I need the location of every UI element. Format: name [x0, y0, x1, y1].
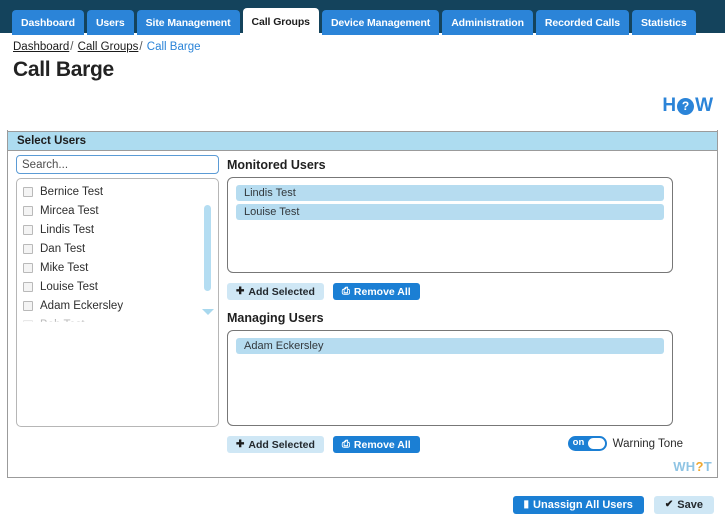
how-logo-right: W [695, 95, 713, 116]
checkbox-icon[interactable] [23, 224, 33, 235]
footer-action-bar: ▮ Unassign All Users ✔ Save [512, 496, 714, 514]
managing-button-row: ✚ Add Selected ⎙ Remove All [227, 436, 420, 453]
warning-tone-toggle[interactable]: on [567, 436, 607, 451]
brand-logo: WH?T [673, 459, 712, 474]
save-button[interactable]: ✔ Save [653, 496, 714, 514]
checkbox-icon[interactable] [23, 205, 33, 216]
managing-remove-all-label: Remove All [353, 438, 411, 451]
list-item-label: Adam Eckersley [40, 299, 124, 312]
monitored-remove-all-button[interactable]: ⎙ Remove All [332, 283, 420, 300]
tab-users[interactable]: Users [86, 10, 134, 35]
list-item[interactable]: Adam Eckersley [17, 296, 218, 315]
scrollbar-thumb[interactable] [204, 205, 211, 291]
managing-users-box: Adam Eckersley [227, 330, 673, 426]
list-item-label: Mircea Test [40, 204, 99, 217]
main-tab-bar: Dashboard Users Site Management Call Gro… [12, 8, 696, 35]
managing-add-selected-button[interactable]: ✚ Add Selected [227, 436, 324, 453]
checkbox-icon[interactable] [23, 300, 33, 311]
list-item[interactable]: Louise Test [236, 204, 664, 220]
list-item[interactable]: Bernice Test [17, 182, 218, 201]
list-item[interactable]: Adam Eckersley [236, 338, 664, 354]
list-item-label: Mike Test [40, 261, 89, 274]
managing-remove-all-button[interactable]: ⎙ Remove All [332, 436, 420, 453]
tab-administration[interactable]: Administration [442, 10, 533, 35]
list-item-label: Bernice Test [40, 185, 104, 198]
list-item-label: Bob Test [40, 319, 85, 323]
plus-icon: ✚ [236, 285, 245, 297]
unassign-all-users-label: Unassign All Users [533, 499, 633, 511]
user-select-list-viewport: Bernice Test Mircea Test Lindis Test Dan… [17, 182, 218, 323]
eraser-icon: ▮ [523, 499, 530, 510]
tab-site-management[interactable]: Site Management [136, 10, 240, 35]
user-select-list[interactable]: Bernice Test Mircea Test Lindis Test Dan… [16, 178, 219, 427]
check-icon: ✔ [664, 499, 674, 510]
top-navbar: Dashboard Users Site Management Call Gro… [0, 0, 725, 35]
warning-tone-label: Warning Tone [612, 437, 683, 450]
plus-icon: ✚ [236, 438, 245, 450]
list-item[interactable]: Dan Test [17, 239, 218, 258]
list-item[interactable]: Mircea Test [17, 201, 218, 220]
list-item-label: Louise Test [40, 280, 98, 293]
page-title: Call Barge [13, 58, 114, 81]
breadcrumb-link-dashboard[interactable]: Dashboard [13, 41, 69, 53]
search-input[interactable] [16, 155, 219, 174]
question-mark-icon[interactable]: ? [677, 97, 695, 115]
chip-label: Lindis Test [244, 187, 296, 199]
breadcrumb-separator-1: / [70, 41, 74, 53]
chevron-down-icon[interactable] [202, 309, 214, 315]
tab-recorded-calls[interactable]: Recorded Calls [535, 10, 629, 35]
breadcrumb-current: Call Barge [146, 41, 201, 53]
how-help-logo: H? W [662, 95, 713, 117]
checkbox-icon[interactable] [23, 319, 33, 322]
tab-statistics[interactable]: Statistics [631, 10, 696, 35]
panel-header-label: Select Users [17, 135, 87, 147]
checkbox-icon[interactable] [23, 262, 33, 273]
checkbox-icon[interactable] [23, 243, 33, 254]
tab-device-management[interactable]: Device Management [321, 10, 440, 35]
monitored-button-row: ✚ Add Selected ⎙ Remove All [227, 283, 420, 300]
list-item[interactable]: Louise Test [17, 277, 218, 296]
monitored-remove-all-label: Remove All [353, 285, 411, 298]
list-item-label: Dan Test [40, 242, 86, 255]
checkbox-icon[interactable] [23, 281, 33, 292]
monitored-users-box: Lindis Test Louise Test [227, 177, 673, 273]
toggle-knob [587, 438, 605, 449]
unassign-all-users-button[interactable]: ▮ Unassign All Users [512, 496, 644, 514]
breadcrumb-separator-2: / [139, 41, 143, 53]
list-item[interactable]: Lindis Test [236, 185, 664, 201]
chip-label: Adam Eckersley [244, 340, 324, 352]
warning-tone-control: on Warning Tone [567, 436, 683, 451]
checkbox-icon[interactable] [23, 186, 33, 197]
list-item-label: Lindis Test [40, 223, 95, 236]
tab-call-groups[interactable]: Call Groups [242, 8, 319, 35]
warning-tone-state-label: on [572, 437, 585, 448]
breadcrumb-link-call-groups[interactable]: Call Groups [78, 41, 139, 53]
brand-logo-right: T [703, 459, 712, 474]
trash-icon: ⎙ [341, 438, 350, 450]
list-item[interactable]: Mike Test [17, 258, 218, 277]
brand-logo-left: WH [673, 459, 696, 474]
monitored-add-selected-label: Add Selected [248, 285, 315, 298]
list-item[interactable]: Lindis Test [17, 220, 218, 239]
managing-users-title: Managing Users [227, 311, 324, 325]
managing-add-selected-label: Add Selected [248, 438, 315, 451]
monitored-add-selected-button[interactable]: ✚ Add Selected [227, 283, 324, 300]
trash-icon: ⎙ [341, 285, 350, 297]
chip-label: Louise Test [244, 206, 300, 218]
tab-dashboard[interactable]: Dashboard [12, 10, 84, 35]
save-label: Save [677, 499, 703, 511]
brand-logo-question-icon: ? [695, 459, 704, 474]
list-item[interactable]: Bob Test [17, 315, 218, 323]
monitored-users-title: Monitored Users [227, 158, 326, 172]
panel-header-select-users: Select Users [7, 131, 718, 151]
how-logo-left: H [662, 95, 677, 116]
breadcrumb: Dashboard/ Call Groups/ Call Barge [13, 41, 201, 53]
